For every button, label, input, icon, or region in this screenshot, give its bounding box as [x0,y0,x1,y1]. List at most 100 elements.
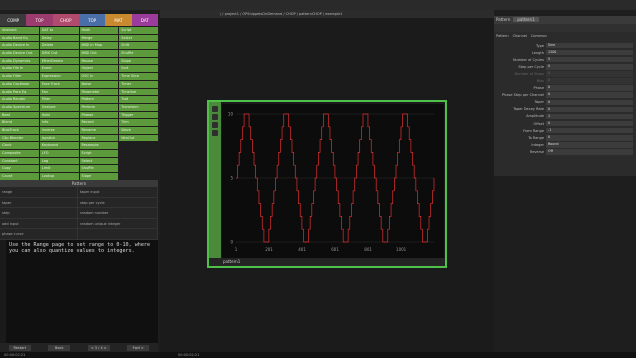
operator-item[interactable]: Wave [119,126,158,134]
operator-item[interactable]: Audio Spectrum [0,103,39,111]
operator-item[interactable]: Audio Filter [0,73,39,80]
operator-item[interactable]: MIDI Out [79,50,119,57]
operator-item[interactable]: Info [39,119,79,126]
operator-item[interactable]: Trim [119,119,158,126]
operator-item[interactable]: Lag [39,157,79,165]
operator-item[interactable]: Abstract [0,27,39,34]
operator-item[interactable]: Blend [0,119,39,126]
operator-item[interactable]: Count [0,173,39,180]
operator-item[interactable]: Copy [0,165,39,173]
operator-item[interactable]: Shift [119,42,158,50]
operator-item[interactable]: Clip Blender [0,134,39,142]
operator-item[interactable]: DAT to [39,27,79,34]
tab-top-1[interactable]: TOP [26,14,53,26]
param-value[interactable]: 1200 [546,49,633,56]
viewer-active-icon[interactable] [212,106,218,112]
operator-item[interactable]: Expression [39,73,79,80]
operator-item[interactable]: Hold [39,111,79,119]
operator-item[interactable]: Perform [79,103,119,111]
param-value[interactable]: 0 [546,99,633,106]
operator-item[interactable]: Audio Device Out [0,50,39,57]
param-tab-channel[interactable]: Channel [513,34,527,40]
operator-item[interactable]: Beat [0,111,39,119]
tab-top-3[interactable]: TOP [78,14,106,26]
operator-item[interactable]: Script [119,27,158,34]
back-button[interactable]: Back [48,344,71,351]
page-indicator[interactable]: < 3 / 4 > [87,344,110,351]
operator-item[interactable]: Keyboard [39,142,79,149]
operator-item[interactable]: Audio Oscillator [0,80,39,88]
operator-item[interactable]: Trigger [119,111,158,119]
param-value[interactable]: 0 [546,85,633,91]
tab-comp-0[interactable]: COMP [0,14,27,26]
operator-item[interactable]: Delay [39,34,79,42]
operator-item[interactable]: Phaser [79,111,119,119]
operator-item[interactable]: Mouse [79,57,119,65]
operator-item[interactable]: Event [39,65,79,73]
operator-item[interactable]: Select [79,157,119,165]
param-value[interactable]: -1 [546,127,633,134]
operator-item[interactable]: Limit [39,165,79,173]
param-value[interactable]: 0 [546,71,633,77]
operator-item[interactable]: MIDI In Map [79,42,119,50]
operator-item[interactable]: Delete [39,42,79,50]
operator-item[interactable]: Composite [0,150,39,157]
pattern-chop-node[interactable]: 10 5 0 1 201 401 601 801 1001 pattern1 [207,100,447,268]
operator-item[interactable]: BlobTrack [0,126,39,134]
param-value[interactable]: 0 [546,135,633,141]
param-value[interactable]: 0 [546,64,633,70]
operator-item[interactable]: Script [79,150,119,157]
operator-item[interactable]: Audio File In [0,65,39,73]
operator-item[interactable]: Gesture [39,103,79,111]
operator-item[interactable]: Pattern [79,96,119,103]
operator-item[interactable]: Inverse [39,126,79,134]
operator-item[interactable]: Clock [0,142,39,149]
param-value[interactable]: 5 [546,56,633,63]
tab-dat-5[interactable]: DAT [131,14,158,26]
operator-item[interactable]: Constant [0,157,39,165]
operator-item[interactable]: Joystick [39,134,79,142]
operator-item[interactable]: Transform [119,103,158,111]
operator-item[interactable]: Filter [39,96,79,103]
display-flag-icon[interactable] [212,114,218,120]
operator-item[interactable]: Audio Dynamics [0,57,39,65]
tab-chop-2[interactable]: CHOP [52,14,79,26]
param-value[interactable]: Off [546,149,633,155]
param-tab-pattern[interactable]: Pattern [496,34,509,40]
operator-item[interactable]: Sort [119,65,158,73]
restart-button[interactable]: Restart [8,344,31,351]
operator-item[interactable]: Record [79,119,119,126]
operator-item[interactable]: Shuffle [119,50,158,57]
operator-item[interactable]: Audio Para Eq [0,88,39,96]
operator-item[interactable]: WrnOut [119,134,158,142]
operator-item[interactable]: Resample [79,142,119,149]
param-value[interactable]: 0 [546,78,633,84]
param-value[interactable]: 1 [546,113,633,120]
operator-item[interactable]: Select [119,34,158,42]
param-value[interactable]: Round [546,142,633,148]
operator-item[interactable]: LFO [39,150,79,157]
param-value[interactable]: 0 [546,92,633,98]
operator-item[interactable]: Noise [79,80,119,88]
operator-item[interactable]: Timeline [119,88,158,96]
operator-item[interactable]: Replace [79,134,119,142]
lock-flag-icon[interactable] [212,130,218,136]
forward-button[interactable]: Fwd > [127,344,150,351]
operator-item[interactable]: Merge [79,34,119,42]
operator-item[interactable]: Lookup [39,173,79,180]
operator-item[interactable]: Parameter [79,88,119,96]
param-value[interactable]: 0 [546,120,633,127]
operator-item[interactable]: Shuffle [79,165,119,173]
network-path-bar[interactable]: / / project1 / OPSnippetsOnDemand / CHOP… [160,10,494,18]
operator-item[interactable]: Trail [119,96,158,103]
operator-item[interactable]: Object [79,65,119,73]
operator-item[interactable]: Timer [119,80,158,88]
operator-item[interactable]: Audio Device In [0,42,39,50]
operator-item[interactable]: Rename [79,126,119,134]
operator-item[interactable]: Slope [79,173,119,180]
operator-item[interactable]: Audio Band Eq [0,34,39,42]
operator-item[interactable]: DMX Out [39,50,79,57]
param-value[interactable]: 0 [546,106,633,113]
operator-item[interactable]: Fan [39,88,79,96]
operator-item[interactable]: Face Track [39,80,79,88]
